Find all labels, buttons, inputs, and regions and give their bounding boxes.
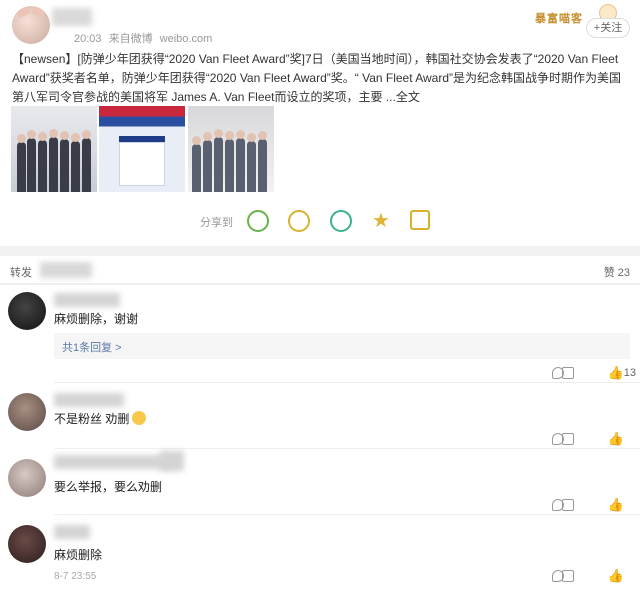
share-label: 分享到: [200, 217, 233, 229]
reply-icon[interactable]: [552, 367, 564, 379]
forward-bar: 转发 赞 23: [0, 256, 640, 284]
commenter-avatar[interactable]: [8, 525, 46, 563]
post-image-2[interactable]: [99, 106, 185, 192]
commenter-avatar[interactable]: [8, 292, 46, 330]
commenter-name-blurred[interactable]: [54, 525, 90, 539]
follow-button[interactable]: +关注: [586, 18, 630, 38]
comment-list: 麻烦删除，谢谢 共1条回复 > 👍 13 不是粉丝 劝删 👍 要么举报，要么劝删: [0, 285, 640, 592]
wechat-icon[interactable]: [247, 210, 269, 232]
post-time: 20:03: [74, 33, 102, 45]
post-meta: 20:03 来自微博 weibo.com: [74, 30, 216, 46]
comment-actions: 👍: [552, 568, 632, 586]
moments-icon[interactable]: [288, 210, 310, 232]
replies-label: 共1条回复 >: [62, 342, 122, 354]
post-image-3[interactable]: [188, 106, 274, 192]
post-text: 【newsen】[防弹少年团获得“2020 Van Fleet Award”奖]…: [12, 52, 622, 104]
thumbs-up-icon[interactable]: 👍: [608, 431, 624, 447]
post-source: 来自微博: [108, 33, 153, 45]
thumbs-up-icon[interactable]: 👍: [608, 497, 624, 513]
commenter-avatar[interactable]: [8, 459, 46, 497]
comment-item: 麻烦删除 8-7 23:55 👍: [0, 515, 640, 592]
weibo-post: 20:03 来自微博 weibo.com 暴富喵客 +关注 【newsen】[防…: [0, 0, 640, 246]
commenter-name-blurred[interactable]: [54, 455, 174, 469]
comment-item: 不是粉丝 劝删 👍: [0, 383, 640, 449]
comment-item: 要么举报，要么劝删 👍: [0, 449, 640, 515]
thumbs-up-icon[interactable]: 👍: [608, 568, 624, 584]
reply-icon[interactable]: [552, 499, 564, 511]
forward-label[interactable]: 转发: [10, 264, 32, 280]
comment-actions: 👍 13: [552, 365, 636, 383]
forward-user-blurred: [40, 262, 92, 278]
post-image-1[interactable]: [11, 106, 97, 192]
commenter-badge-blurred: [160, 451, 184, 471]
comment-text: 不是粉丝 劝删: [54, 410, 147, 427]
reply-icon[interactable]: [552, 570, 564, 582]
reply-icon[interactable]: [552, 433, 564, 445]
brand-badge-text: 暴富喵客: [535, 13, 583, 25]
comment-time: 8-7 23:55: [54, 571, 97, 582]
commenter-name-blurred[interactable]: [54, 293, 120, 307]
comment-actions: 👍: [552, 431, 632, 449]
qzone-star-icon[interactable]: ★: [370, 210, 392, 232]
author-name-blurred[interactable]: [52, 8, 92, 26]
comment-item: 麻烦删除，谢谢 共1条回复 > 👍 13: [0, 285, 640, 383]
comment-text: 要么举报，要么劝删: [54, 480, 163, 494]
replies-link[interactable]: 共1条回复 >: [54, 333, 630, 359]
weibo-share-icon[interactable]: [410, 210, 430, 230]
comment-text: 麻烦删除，谢谢: [54, 312, 139, 326]
comment-like-count: 13: [623, 367, 636, 379]
comment-actions: 👍: [552, 497, 632, 515]
smile-emoji-icon: [132, 411, 147, 425]
post-site: weibo.com: [159, 33, 213, 45]
commenter-avatar[interactable]: [8, 393, 46, 431]
commenter-name-blurred[interactable]: [54, 393, 124, 407]
comment-text: 麻烦删除: [54, 548, 103, 562]
like-count-label[interactable]: 赞 23: [604, 264, 630, 280]
qq-icon[interactable]: [330, 210, 352, 232]
thumbs-up-icon[interactable]: 👍: [608, 365, 624, 381]
author-avatar[interactable]: [12, 6, 50, 44]
share-bar: 分享到 ★: [0, 206, 640, 236]
